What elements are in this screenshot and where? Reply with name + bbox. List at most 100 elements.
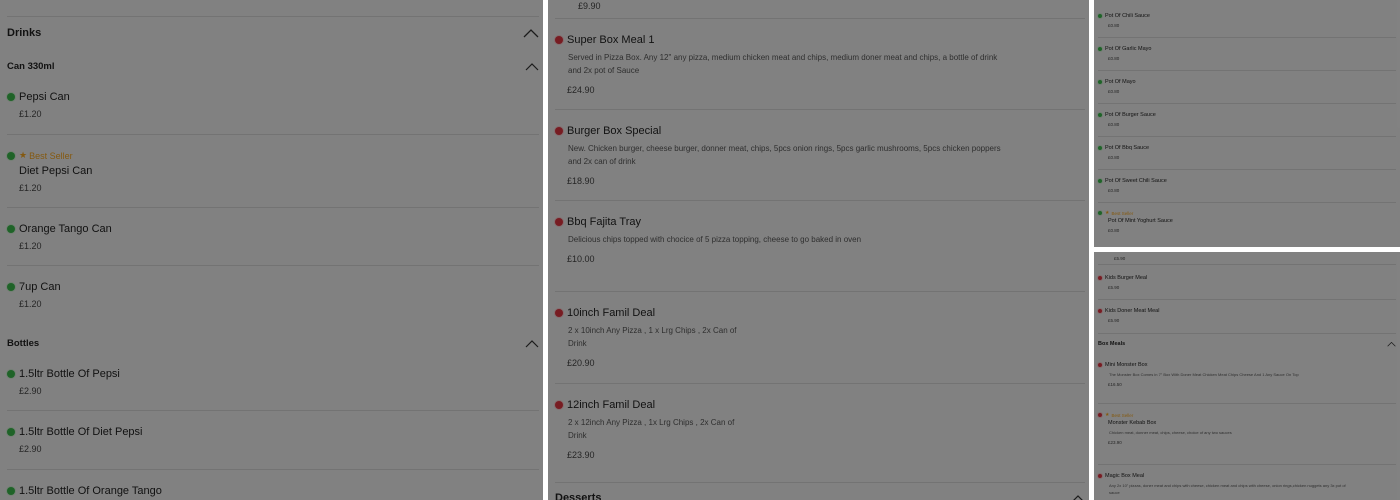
divider xyxy=(1098,37,1396,38)
veg-icon xyxy=(1098,80,1102,84)
nonveg-icon xyxy=(1098,276,1102,280)
menu-item[interactable]: Super Box Meal 1 Served in Pizza Box. An… xyxy=(555,34,1085,95)
desserts-title: Desserts xyxy=(555,492,602,500)
item-description: Served in Pizza Box. Any 12" any pizza, … xyxy=(568,53,998,75)
menu-item[interactable]: Orange Tango Can £1.20 xyxy=(7,223,539,251)
item-price: £0.80 xyxy=(1108,122,1120,127)
divider xyxy=(1098,264,1396,265)
bottles-section-header[interactable]: Bottles xyxy=(7,338,539,349)
chevron-up-icon[interactable] xyxy=(1387,341,1396,347)
item-name: 1.5ltr Bottle Of Orange Tango xyxy=(19,485,162,497)
menu-item[interactable]: ★ Best Seller Diet Pepsi Can £1.20 xyxy=(7,150,539,193)
item-name: Burger Box Special xyxy=(567,125,662,137)
item-name: Monster Kebab Box xyxy=(1108,420,1157,426)
menu-item[interactable]: Pot Of Burger Sauce £0.80 xyxy=(1098,112,1396,127)
item-description: The Monster Box Comes in 7" Box With Don… xyxy=(1109,372,1299,377)
menu-item[interactable]: Mini Monster Box The Monster Box Comes i… xyxy=(1098,362,1396,387)
item-name: Orange Tango Can xyxy=(19,223,112,235)
menu-item[interactable]: Pot Of Sweet Chili Sauce £0.80 xyxy=(1098,178,1396,193)
nonveg-icon xyxy=(555,36,563,44)
divider xyxy=(1098,464,1396,465)
nonveg-icon xyxy=(555,218,563,226)
menu-item[interactable]: Burger Box Special New. Chicken burger, … xyxy=(555,125,1085,186)
menu-item[interactable]: Kids Burger Meal £5.90 xyxy=(1098,275,1396,290)
divider xyxy=(555,482,1085,483)
item-description: 2 x 10inch Any Pizza , 1 x Lrg Chips , 2… xyxy=(568,326,737,348)
item-price: £0.80 xyxy=(1108,155,1120,160)
item-name: Pot Of Bbq Sauce xyxy=(1105,145,1150,151)
chevron-up-icon[interactable] xyxy=(1071,494,1085,500)
chevron-up-icon[interactable] xyxy=(523,28,539,38)
veg-icon xyxy=(7,151,15,160)
menu-item[interactable]: ★ Best Seller Monster Kebab Box Chicken m… xyxy=(1098,412,1396,445)
chevron-up-icon[interactable] xyxy=(525,62,539,71)
item-price: £9.90 xyxy=(578,1,601,11)
can-section-header[interactable]: Can 330ml xyxy=(7,61,539,72)
item-description: Chicken meat, donner meat, chips, cheese… xyxy=(1109,430,1232,435)
item-name: Pot Of Mayo xyxy=(1105,79,1136,85)
item-name: 10inch Famil Deal xyxy=(567,307,656,319)
menu-item[interactable]: Pot Of Mayo £0.80 xyxy=(1098,79,1396,94)
menu-item[interactable]: Pepsi Can £1.20 xyxy=(7,91,539,119)
item-description: Delicious chips topped with chocice of 5… xyxy=(568,235,862,244)
box-meals-title: Box Meals xyxy=(1098,341,1126,347)
star-icon: ★ xyxy=(1105,210,1110,216)
menu-item[interactable]: 12inch Famil Deal 2 x 12inch Any Pizza ,… xyxy=(555,399,1085,460)
menu-item[interactable]: Pot Of Garlic Mayo £0.80 xyxy=(1098,46,1396,61)
menu-item[interactable]: 7up Can £1.20 xyxy=(7,281,539,309)
item-name: Super Box Meal 1 xyxy=(567,34,655,46)
item-price: £2.90 xyxy=(19,386,42,396)
divider xyxy=(555,200,1085,201)
item-price: £2.90 xyxy=(19,444,42,454)
menu-item[interactable]: Magic Box Meal Any 2x 10" pizzas, doner … xyxy=(1098,473,1396,496)
item-price: £0.80 xyxy=(1108,188,1120,193)
divider xyxy=(7,134,539,135)
menu-item[interactable]: Pot Of Bbq Sauce £0.80 xyxy=(1098,145,1396,160)
item-name: Pot Of Burger Sauce xyxy=(1105,112,1156,118)
best-seller-badge: ★ Best Seller xyxy=(1105,412,1134,418)
item-price: £1.20 xyxy=(19,109,42,119)
nonveg-icon xyxy=(1098,309,1102,313)
divider xyxy=(1098,70,1396,71)
desserts-section-header[interactable]: Desserts xyxy=(555,492,1085,500)
menu-item[interactable]: Kids Doner Meat Meal £5.90 xyxy=(1098,308,1396,323)
chevron-up-icon[interactable] xyxy=(525,339,539,348)
bottles-title: Bottles xyxy=(7,338,40,349)
item-price: £10.00 xyxy=(567,254,595,264)
item-description: New. Chicken burger, cheese burger, donn… xyxy=(568,144,1001,166)
menu-item[interactable]: 1.5ltr Bottle Of Orange Tango xyxy=(7,485,539,497)
veg-icon xyxy=(1098,179,1102,183)
nonveg-icon xyxy=(1098,413,1102,417)
menu-item[interactable]: ★ Best Seller Pot Of Mint Yoghurt Sauce £… xyxy=(1098,210,1396,233)
item-price: £0.80 xyxy=(1108,56,1120,61)
veg-icon xyxy=(7,487,15,495)
item-name: Pepsi Can xyxy=(19,91,70,103)
nonveg-icon xyxy=(555,401,563,409)
menu-item[interactable]: Bbq Fajita Tray Delicious chips topped w… xyxy=(555,216,1085,264)
item-name: Kids Doner Meat Meal xyxy=(1105,308,1160,314)
veg-icon xyxy=(7,370,15,378)
item-name: 1.5ltr Bottle Of Pepsi xyxy=(19,368,120,380)
drinks-title: Drinks xyxy=(7,27,42,39)
item-name: Mini Monster Box xyxy=(1105,362,1148,368)
menu-item[interactable]: 1.5ltr Bottle Of Diet Pepsi £2.90 xyxy=(7,426,539,454)
star-icon: ★ xyxy=(1105,412,1110,418)
item-name: Pot Of Garlic Mayo xyxy=(1105,46,1152,52)
divider xyxy=(7,16,539,17)
item-description: Any 2x 10" pizzas, doner meat and chips … xyxy=(1109,483,1346,495)
kids-box-panel: £5.90 Kids Burger Meal £5.90 Kids Doner … xyxy=(1094,252,1400,500)
item-price: £18.90 xyxy=(567,176,595,186)
divider xyxy=(1098,299,1396,300)
box-meals-section-header[interactable]: Box Meals xyxy=(1098,341,1396,347)
divider xyxy=(1098,136,1396,137)
menu-item[interactable]: 10inch Famil Deal 2 x 10inch Any Pizza ,… xyxy=(555,307,1085,368)
star-icon: ★ xyxy=(19,150,28,160)
veg-icon xyxy=(1098,211,1102,215)
item-price: £20.90 xyxy=(567,358,595,368)
menu-item[interactable]: Pot Of Chili Sauce £0.80 xyxy=(1098,13,1396,28)
item-price: £0.80 xyxy=(1108,228,1120,233)
drinks-section-header[interactable]: Drinks xyxy=(7,27,539,39)
menu-item[interactable]: 1.5ltr Bottle Of Pepsi £2.90 xyxy=(7,368,539,396)
item-price: £23.90 xyxy=(567,450,595,460)
divider xyxy=(555,383,1085,384)
